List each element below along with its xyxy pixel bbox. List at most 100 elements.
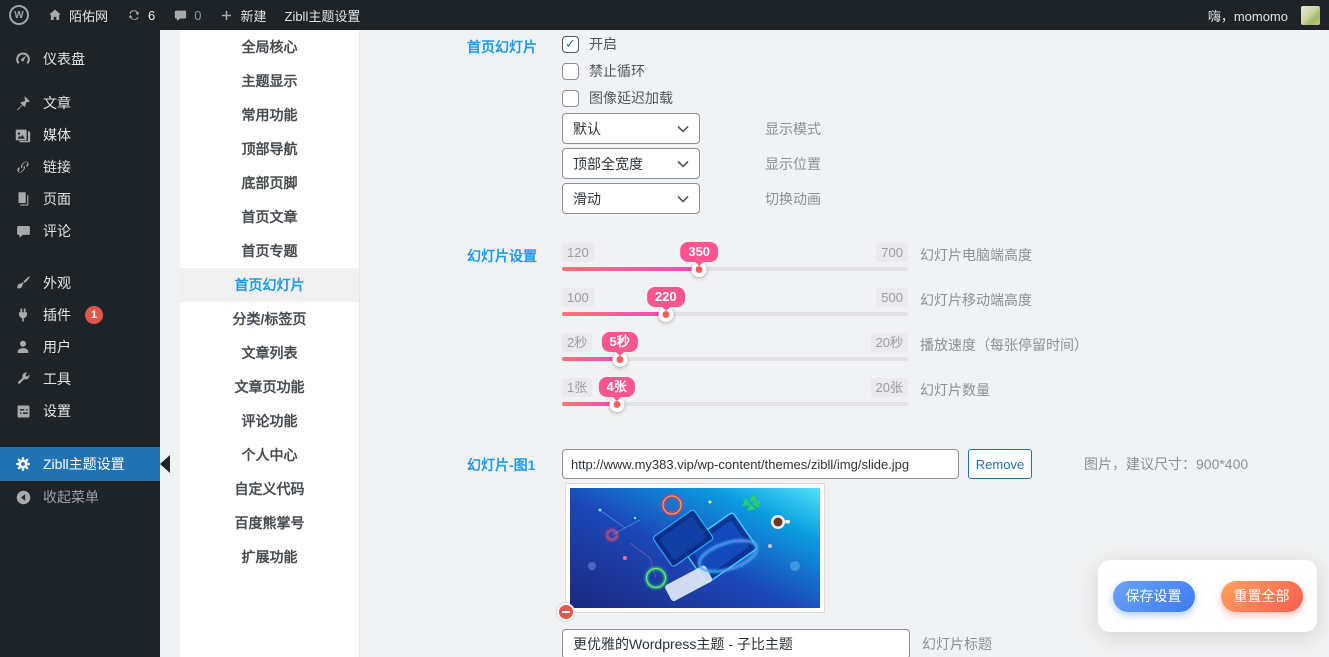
wordpress-logo-menu[interactable]: W (0, 0, 38, 30)
sidebar-label: 设置 (43, 401, 71, 421)
lazyload-checkbox-row[interactable]: 图像延迟加载 (562, 89, 673, 107)
enable-checkbox-row[interactable]: 开启 (562, 35, 673, 53)
current-page-menu[interactable]: Zibll主题设置 (276, 0, 370, 30)
slider-value-badge[interactable]: 4张 (599, 377, 635, 397)
submenu-item-top-nav[interactable]: 顶部导航 (180, 132, 359, 166)
sidebar-item-collapse-menu[interactable]: 收起菜单 (0, 481, 160, 513)
select-value: 顶部全宽度 (573, 154, 643, 174)
zibll-theme-settings-page: W 陌佑网 6 0 新建 Zibll主题设置 (0, 0, 1329, 657)
submenu-item-common-functions[interactable]: 常用功能 (180, 98, 359, 132)
sidebar-item-pages[interactable]: 页面 (0, 183, 160, 215)
transition-animation-select[interactable]: 滑动 (562, 183, 700, 214)
submenu-item-theme-display[interactable]: 主题显示 (180, 64, 359, 98)
updates-menu[interactable]: 6 (117, 0, 164, 30)
sidebar-item-users[interactable]: 用户 (0, 331, 160, 363)
sidebar-label: 外观 (43, 273, 71, 293)
wordpress-logo-icon: W (9, 5, 29, 25)
slide1-title-input[interactable] (562, 629, 910, 657)
slider-track[interactable] (562, 312, 908, 316)
slider-track-fill (562, 312, 666, 316)
collapse-arrow-icon (13, 487, 33, 507)
slider-max-badge: 20张 (871, 378, 908, 397)
save-settings-button[interactable]: 保存设置 (1113, 581, 1195, 612)
sidebar-item-zibll-settings[interactable]: Zibll主题设置 (0, 447, 160, 481)
updates-icon (126, 7, 142, 23)
display-mode-select[interactable]: 默认 (562, 113, 700, 144)
submenu-item-post-page-functions[interactable]: 文章页功能 (180, 370, 359, 404)
slider-value-badge[interactable]: 220 (647, 287, 685, 307)
slide-preview-illustration (570, 488, 820, 608)
site-home-link[interactable]: 陌佑网 (38, 0, 117, 30)
submenu-item-comment-functions[interactable]: 评论功能 (180, 404, 359, 438)
slider-section-label: 幻灯片设置 (467, 246, 537, 266)
new-content-menu[interactable]: 新建 (210, 0, 275, 30)
slider-description: 幻灯片数量 (920, 380, 990, 400)
site-name: 陌佑网 (69, 6, 108, 25)
slide1-image-url-input[interactable] (562, 449, 959, 479)
disable-loop-checkbox[interactable] (562, 63, 579, 80)
display-position-select[interactable]: 顶部全宽度 (562, 148, 700, 179)
transition-animation-row: 滑动 切换动画 (562, 183, 821, 214)
remove-button[interactable]: Remove (968, 449, 1032, 479)
paintbrush-icon (13, 273, 33, 293)
image-size-hint: 图片，建议尺寸：900*400 (1084, 454, 1248, 474)
link-chain-icon (13, 157, 33, 177)
select-value: 默认 (573, 119, 601, 139)
sidebar-item-settings[interactable]: 设置 (0, 395, 160, 427)
sidebar-item-posts[interactable]: 文章 (0, 87, 160, 119)
mobile-height-slider: 100 220 500 幻灯片移动端高度 (562, 288, 908, 333)
comments-menu[interactable]: 0 (164, 0, 210, 30)
updates-count: 6 (148, 8, 155, 23)
sidebar-label: 文章 (43, 93, 71, 113)
submenu-item-footer[interactable]: 底部页脚 (180, 166, 359, 200)
account-menu[interactable]: 嗨，momomo (1199, 0, 1329, 30)
sidebar-label: 工具 (43, 369, 71, 389)
slide-count-slider: 1张 4张 20张 幻灯片数量 (562, 378, 908, 423)
submenu-item-baidu-xiongzhang[interactable]: 百度熊掌号 (180, 506, 359, 540)
settings-sliders-icon (13, 401, 33, 421)
sidebar-label: 用户 (43, 337, 71, 357)
play-speed-slider: 2秒 5秒 20秒 播放速度（每张停留时间） (562, 333, 908, 378)
submenu-item-post-list[interactable]: 文章列表 (180, 336, 359, 370)
current-page-label: Zibll主题设置 (285, 6, 361, 25)
disable-loop-checkbox-row[interactable]: 禁止循环 (562, 62, 673, 80)
submenu-item-home-slideshow[interactable]: 首页幻灯片 (180, 268, 359, 302)
slider-value-badge[interactable]: 5秒 (602, 332, 638, 352)
submenu-item-global-core[interactable]: 全局核心 (180, 30, 359, 64)
slide1-section-label: 幻灯片-图1 (467, 455, 535, 475)
submenu-item-user-center[interactable]: 个人中心 (180, 438, 359, 472)
slide1-image-preview[interactable] (565, 483, 825, 613)
sidebar-item-comments[interactable]: 评论 (0, 215, 160, 247)
submenu-item-extensions[interactable]: 扩展功能 (180, 540, 359, 574)
new-label: 新建 (240, 6, 266, 25)
slider-min-badge: 2秒 (562, 333, 592, 352)
submenu-item-home-topics[interactable]: 首页专题 (180, 234, 359, 268)
enable-checkbox[interactable] (562, 36, 579, 53)
sidebar-label: 收起菜单 (43, 487, 99, 507)
reset-all-button[interactable]: 重置全部 (1221, 581, 1303, 612)
checkbox-label: 开启 (589, 34, 617, 54)
plugin-update-badge: 1 (85, 306, 103, 324)
sidebar-item-links[interactable]: 链接 (0, 151, 160, 183)
lazyload-checkbox[interactable] (562, 90, 579, 107)
home-icon (47, 7, 63, 23)
sidebar-item-plugins[interactable]: 插件 1 (0, 299, 160, 331)
remove-image-minus-icon[interactable] (557, 603, 575, 621)
submenu-item-home-posts[interactable]: 首页文章 (180, 200, 359, 234)
slider-track[interactable] (562, 267, 908, 271)
submenu-item-custom-code[interactable]: 自定义代码 (180, 472, 359, 506)
slider-description: 幻灯片移动端高度 (920, 290, 1032, 310)
sidebar-item-appearance[interactable]: 外观 (0, 267, 160, 299)
sidebar-item-dashboard[interactable]: 仪表盘 (0, 43, 160, 75)
menu-spacer (0, 427, 160, 447)
slider-track-fill (562, 357, 620, 361)
settings-action-card: 保存设置 重置全部 (1098, 560, 1317, 632)
sidebar-item-media[interactable]: 媒体 (0, 119, 160, 151)
submenu-item-category-tag-pages[interactable]: 分类/标签页 (180, 302, 359, 336)
comment-icon (173, 8, 188, 23)
sidebar-item-tools[interactable]: 工具 (0, 363, 160, 395)
slideshow-sliders: 120 350 700 幻灯片电脑端高度 100 220 500 幻灯片移动端高… (562, 243, 908, 423)
slider-value-badge[interactable]: 350 (680, 242, 718, 262)
user-icon (13, 337, 33, 357)
slider-max-badge: 500 (876, 288, 908, 307)
